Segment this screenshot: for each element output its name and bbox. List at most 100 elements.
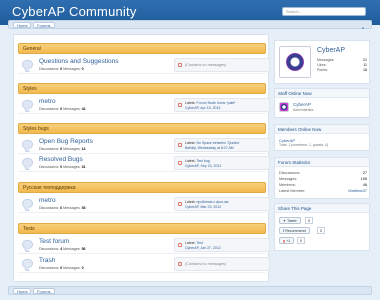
- staff-avatar[interactable]: [279, 102, 289, 112]
- node-title[interactable]: Test forum: [39, 238, 69, 245]
- tweet-button[interactable]: ✦ Tweet: [279, 217, 301, 224]
- discussions-count: 0: [60, 67, 63, 71]
- rss-icon[interactable]: [178, 243, 182, 247]
- category-general[interactable]: General: [18, 43, 266, 54]
- breadcrumb-home[interactable]: Home: [13, 288, 31, 294]
- last-post: (Contains no messages): [174, 257, 270, 271]
- site-logo[interactable]: CyberAP Community: [12, 4, 137, 19]
- node-row: Test forum Discussions: 4 Messages: 56 L…: [18, 236, 270, 254]
- node-title[interactable]: Resolved Bugs: [39, 156, 83, 163]
- stat-label: Messages:: [317, 58, 335, 62]
- stat-label: Likes:: [317, 63, 327, 67]
- online-count: Total: 1 (members: 1, guests: 0): [279, 143, 329, 147]
- forum-bubble-icon: [22, 259, 33, 268]
- node-title[interactable]: metro: [39, 197, 56, 204]
- forum-bubble-icon: [22, 240, 33, 249]
- last-post-meta[interactable]: CyberAP, Mar 23, 2012: [185, 205, 221, 209]
- staff-online-panel: Staff Online Now CyberAP Administrator: [274, 88, 370, 118]
- latest-thread-link[interactable]: Test bug: [196, 159, 209, 163]
- stat-label: Messages:: [279, 177, 298, 181]
- recommend-label: Recommend: [285, 229, 306, 233]
- latest-thread-link[interactable]: Test: [196, 241, 202, 245]
- last-post: Latest: проблема с фон-ом CyberAP, Mar 2…: [174, 197, 270, 211]
- last-post: (Contains no messages): [174, 58, 270, 72]
- avatar-image: [286, 53, 304, 71]
- discussions-label: Discussions:: [39, 266, 60, 270]
- node-row: Trash Discussions: 0 Messages: 0 (Contai…: [18, 255, 270, 273]
- discussions-label: Discussions:: [39, 67, 60, 71]
- jump-arrow-icon[interactable]: ▲: [361, 25, 365, 30]
- visitor-name[interactable]: CyberAP: [317, 47, 345, 54]
- messages-label: Messages:: [63, 247, 81, 251]
- node-title[interactable]: Questions and Suggestions: [39, 58, 119, 65]
- node-row: metro Discussions: 0 Messages: 42 Latest…: [18, 96, 270, 114]
- category-styles-bugs[interactable]: Styles bugs: [18, 123, 266, 134]
- search-input[interactable]: Search...: [282, 7, 366, 16]
- staff-role: Administrator: [293, 108, 314, 112]
- latest-label: Latest:: [185, 101, 196, 105]
- gplus-button[interactable]: g +1: [279, 237, 295, 244]
- last-post-meta[interactable]: Barbity, Wednesday at 8:27 AM: [185, 146, 234, 150]
- visitor-stat: Points: 18: [317, 68, 367, 72]
- messages-label: Messages:: [63, 147, 81, 151]
- no-messages-text: (Contains no messages): [185, 262, 227, 266]
- recommend-button[interactable]: f Recommend: [279, 227, 310, 234]
- stat-value: 27: [362, 171, 367, 175]
- category-styles[interactable]: Styles: [18, 83, 266, 94]
- latest-label: Latest:: [185, 200, 196, 204]
- messages-count: 31: [81, 165, 86, 169]
- messages-count: 14: [81, 147, 86, 151]
- rss-icon[interactable]: [178, 103, 182, 107]
- discussions-label: Discussions:: [39, 165, 60, 169]
- messages-label: Messages:: [63, 206, 81, 210]
- panel-heading: Staff Online Now: [275, 89, 369, 98]
- forum-stat: Members: 46: [279, 183, 367, 187]
- node-stats: Discussions: 0 Messages: 0: [39, 266, 84, 270]
- members-online-panel: Members Online Now CyberAP Total: 1 (mem…: [274, 124, 370, 151]
- last-post-meta[interactable]: CyberAP, Apr 15, 2013: [185, 106, 220, 110]
- node-stats: Discussions: 0 Messages: 14: [39, 147, 86, 151]
- node-row: metro Discussions: 6 Messages: 53 Latest…: [18, 195, 270, 213]
- category-tests[interactable]: Tests: [18, 223, 266, 234]
- node-title[interactable]: Open Bug Reports: [39, 138, 93, 145]
- last-post-meta[interactable]: CyberAP, Sep 23, 2012: [185, 164, 221, 168]
- discussions-count: 0: [60, 266, 63, 270]
- latest-thread-link[interactable]: Forum Node Icons *paid*: [197, 101, 236, 105]
- breadcrumb-home[interactable]: Home: [13, 22, 31, 28]
- last-post: Latest: Test CyberAP, Jan 27, 2012: [174, 238, 270, 252]
- stat-label: Latest Member:: [279, 189, 306, 193]
- rss-icon[interactable]: [178, 63, 182, 67]
- discussions-count: 4: [60, 247, 63, 251]
- breadcrumb-forums[interactable]: Forums: [33, 288, 55, 294]
- avatar[interactable]: [279, 46, 311, 78]
- latest-member-link[interactable]: Matthew37: [348, 189, 367, 193]
- rss-icon[interactable]: [178, 202, 182, 206]
- messages-count: 53: [81, 206, 86, 210]
- rss-icon[interactable]: [178, 161, 182, 165]
- rss-icon[interactable]: [178, 262, 182, 266]
- latest-thread-link[interactable]: No Space between 'Quotes': [197, 141, 240, 145]
- latest-thread-link[interactable]: проблема с фон-ом: [197, 200, 229, 204]
- breadcrumb: Home Forums ▲: [8, 20, 372, 30]
- node-row: Resolved Bugs Discussions: 0 Messages: 3…: [18, 154, 270, 172]
- rss-icon[interactable]: [178, 143, 182, 147]
- discussions-count: 0: [60, 107, 63, 111]
- node-stats: Discussions: 6 Messages: 53: [39, 206, 86, 210]
- latest-label: Latest:: [185, 159, 196, 163]
- category-russian-support[interactable]: Русская техподдержка: [18, 182, 266, 193]
- breadcrumb-forums[interactable]: Forums: [33, 22, 55, 28]
- node-title[interactable]: metro: [39, 98, 56, 105]
- node-title[interactable]: Trash: [39, 257, 55, 264]
- breadcrumb-footer: Home Forums: [8, 286, 372, 295]
- forum-bubble-icon: [22, 140, 33, 149]
- stat-value: 11: [363, 63, 367, 67]
- last-post-title: Latest: Test: [185, 241, 203, 245]
- last-post: Latest: No Space between 'Quotes' Barbit…: [174, 138, 270, 152]
- visitor-panel: CyberAP Messages: 21 Likes: 11 Points: 1…: [274, 40, 370, 84]
- tweet-label: Tweet: [286, 219, 297, 223]
- stat-label: Discussions:: [279, 171, 301, 175]
- staff-name[interactable]: CyberAP: [293, 102, 311, 107]
- last-post-meta[interactable]: CyberAP, Jan 27, 2012: [185, 246, 221, 250]
- forum-stats-panel: Forum Statistics Discussions: 27 Message…: [274, 157, 370, 199]
- forum-stat: Discussions: 27: [279, 171, 367, 175]
